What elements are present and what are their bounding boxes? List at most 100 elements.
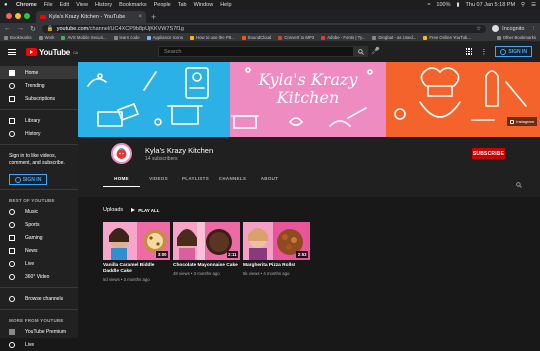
- menu-bookmarks[interactable]: Bookmarks: [119, 2, 147, 8]
- tab-title: Kyla's Krazy Kitchen - YouTube: [49, 14, 126, 20]
- tab-channels[interactable]: CHANNELS: [214, 170, 251, 187]
- video-meta: 5d views • 3 months ago: [103, 276, 150, 282]
- close-window-button[interactable]: [6, 13, 12, 19]
- search-input[interactable]: Search: [158, 46, 354, 57]
- menu-history[interactable]: History: [95, 2, 112, 8]
- sidebar-item-live[interactable]: Live: [0, 257, 78, 270]
- play-all-button[interactable]: PLAY ALL: [131, 208, 160, 213]
- bookmark-item[interactable]: Bookmarks: [4, 35, 32, 40]
- bookmark-item[interactable]: Adobe - Fonts | Ty...: [321, 35, 365, 40]
- reload-icon[interactable]: ↻: [30, 25, 36, 33]
- forward-icon[interactable]: →: [17, 25, 24, 32]
- tab-videos[interactable]: VIDEOS: [140, 170, 177, 187]
- incognito-icon: [492, 25, 500, 32]
- battery-percent[interactable]: 100%: [436, 2, 450, 8]
- zoom-window-button[interactable]: [24, 13, 30, 19]
- trophy-icon: [9, 221, 15, 228]
- settings-more-icon[interactable]: ⋮: [480, 48, 487, 56]
- video-card[interactable]: 2:11 Chocolate Mayonnaise Cake 48 views …: [173, 222, 240, 276]
- menu-list-icon[interactable]: ☰: [531, 2, 536, 8]
- instagram-link[interactable]: Instagram: [507, 117, 537, 126]
- bookmark-item[interactable]: How to use the P8...: [189, 35, 235, 40]
- signin-prompt: Sign in to like videos, comment, and sub…: [9, 153, 65, 166]
- minimize-window-button[interactable]: [15, 13, 21, 19]
- bookmark-item[interactable]: Convert to MP3: [278, 35, 314, 40]
- kitchen-doodles-icon: [87, 67, 209, 127]
- video-duration: 2:53: [296, 251, 308, 258]
- battery-icon[interactable]: ▮: [456, 2, 459, 8]
- bookmark-item[interactable]: SoundCloud: [241, 35, 271, 40]
- menu-tab[interactable]: Tab: [178, 2, 187, 8]
- wifi-icon[interactable]: ≈: [427, 2, 430, 8]
- omnibox[interactable]: 🔒 youtube.com/channel/UC4XCP9b8pUjKKVW7S…: [41, 24, 487, 33]
- menu-view[interactable]: View: [76, 2, 88, 8]
- channel-name: Kyla's Krazy Kitchen: [145, 146, 214, 155]
- apple-icon[interactable]: ●: [4, 2, 10, 8]
- new-tab-icon[interactable]: +: [151, 11, 156, 23]
- menu-edit[interactable]: Edit: [60, 2, 69, 8]
- clock[interactable]: Thu 07 Jan 5:18 PM: [466, 2, 516, 8]
- sidebar-item-360-video[interactable]: 360° Video: [0, 270, 78, 283]
- search-button[interactable]: [354, 46, 368, 57]
- live-icon: [9, 260, 15, 267]
- incognito-indicator[interactable]: Incognito: [492, 25, 525, 32]
- live-icon: [9, 341, 15, 348]
- video-thumbnail[interactable]: 2:53: [243, 222, 310, 260]
- menu-window[interactable]: Window: [194, 2, 214, 8]
- apps-grid-icon[interactable]: [465, 48, 473, 55]
- bookmark-item[interactable]: Work: [38, 35, 54, 40]
- bookmark-item[interactable]: Free Online YouTub...: [423, 35, 471, 40]
- sign-in-button[interactable]: SIGN IN: [495, 46, 532, 57]
- browser-menu-icon[interactable]: ⋮: [531, 26, 537, 32]
- other-bookmarks[interactable]: Other Bookmarks: [496, 35, 536, 40]
- menu-people[interactable]: People: [154, 2, 171, 8]
- sidebar-item-home[interactable]: Home: [0, 66, 78, 79]
- youtube-logo[interactable]: YouTube CA: [26, 48, 78, 57]
- video-card[interactable]: 3:00 Vanilla Caramel Biddle Daddle Cake …: [103, 222, 170, 282]
- sidebar-sign-in-button[interactable]: SIGN IN: [9, 174, 47, 185]
- tab-about[interactable]: ABOUT: [251, 170, 288, 187]
- sidebar-item-library[interactable]: Library: [0, 114, 78, 127]
- sidebar-item-trending[interactable]: Trending: [0, 79, 78, 92]
- subscribe-button[interactable]: SUBSCRIBE: [472, 148, 505, 159]
- sidebar-item-history[interactable]: History: [0, 127, 78, 140]
- sidebar-item-youtube-premium[interactable]: YouTube Premium: [0, 325, 78, 338]
- divider: [0, 144, 78, 145]
- sidebar-item-browse-channels[interactable]: Browse channels: [0, 292, 78, 305]
- channel-search-icon[interactable]: [516, 175, 522, 193]
- video-thumbnail[interactable]: 2:11: [173, 222, 240, 260]
- bookmark-item[interactable]: Dingbat - as Used...: [372, 35, 416, 40]
- menu-file[interactable]: File: [44, 2, 53, 8]
- sidebar-item-live-2[interactable]: Live: [0, 338, 78, 351]
- hamburger-menu-icon[interactable]: [8, 49, 16, 55]
- sidebar-item-music[interactable]: Music: [0, 205, 78, 218]
- menu-help[interactable]: Help: [220, 2, 231, 8]
- back-icon[interactable]: ←: [4, 25, 11, 32]
- video-title[interactable]: Vanilla Caramel Biddle Daddle Cake: [103, 263, 170, 275]
- bookmark-item[interactable]: learn code: [113, 35, 140, 40]
- tab-home[interactable]: HOME: [103, 170, 140, 187]
- uploads-heading[interactable]: Uploads: [103, 207, 123, 213]
- search-icon[interactable]: ⚲: [521, 2, 525, 8]
- microphone-icon[interactable]: 🎤: [371, 47, 380, 55]
- video-card[interactable]: 2:53 Margherita Pizza Rolls! 5k views • …: [243, 222, 310, 276]
- url-path: /channel/UC4XCP9b8pUjKKVW7S7f1g: [88, 25, 184, 32]
- menu-app-name[interactable]: Chrome: [16, 2, 37, 8]
- sidebar-item-gaming[interactable]: Gaming: [0, 231, 78, 244]
- sidebar-item-sports[interactable]: Sports: [0, 218, 78, 231]
- video-thumbnail[interactable]: 3:00: [103, 222, 170, 260]
- tab-playlists[interactable]: PLAYLISTS: [177, 170, 214, 187]
- channel-avatar[interactable]: [111, 143, 132, 164]
- close-tab-icon[interactable]: ×: [138, 14, 142, 20]
- browser-tab[interactable]: Kyla's Krazy Kitchen - YouTube ×: [36, 11, 146, 23]
- bookmarks-bar: Bookmarks Work AVS Mobile Securi... lear…: [0, 34, 540, 42]
- news-icon: [9, 247, 15, 254]
- sidebar-item-news[interactable]: News: [0, 244, 78, 257]
- bookmark-item[interactable]: Appliance Icons: [146, 35, 183, 40]
- bookmark-item[interactable]: AVS Mobile Securi...: [61, 35, 107, 40]
- os-menubar: ● Chrome File Edit View History Bookmark…: [0, 0, 540, 9]
- video-title[interactable]: Margherita Pizza Rolls!: [243, 263, 310, 269]
- video-title[interactable]: Chocolate Mayonnaise Cake: [173, 263, 240, 269]
- sidebar-item-subscriptions[interactable]: Subscriptions: [0, 92, 78, 105]
- bookmark-star-icon[interactable]: ☆: [476, 26, 481, 32]
